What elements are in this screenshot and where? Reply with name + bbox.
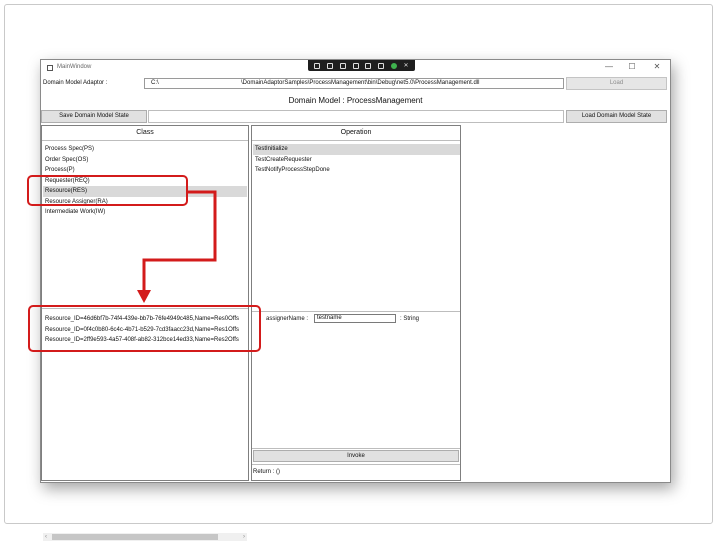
scroll-left-arrow[interactable]: ‹ — [45, 533, 47, 541]
arrow-line — [142, 190, 217, 292]
annotation-arrow — [137, 190, 217, 303]
scroll-thumb[interactable] — [52, 534, 218, 540]
instance-hscrollbar[interactable]: ‹ › — [43, 533, 247, 541]
arrow-head — [137, 290, 151, 303]
scroll-right-arrow[interactable]: › — [243, 533, 245, 541]
